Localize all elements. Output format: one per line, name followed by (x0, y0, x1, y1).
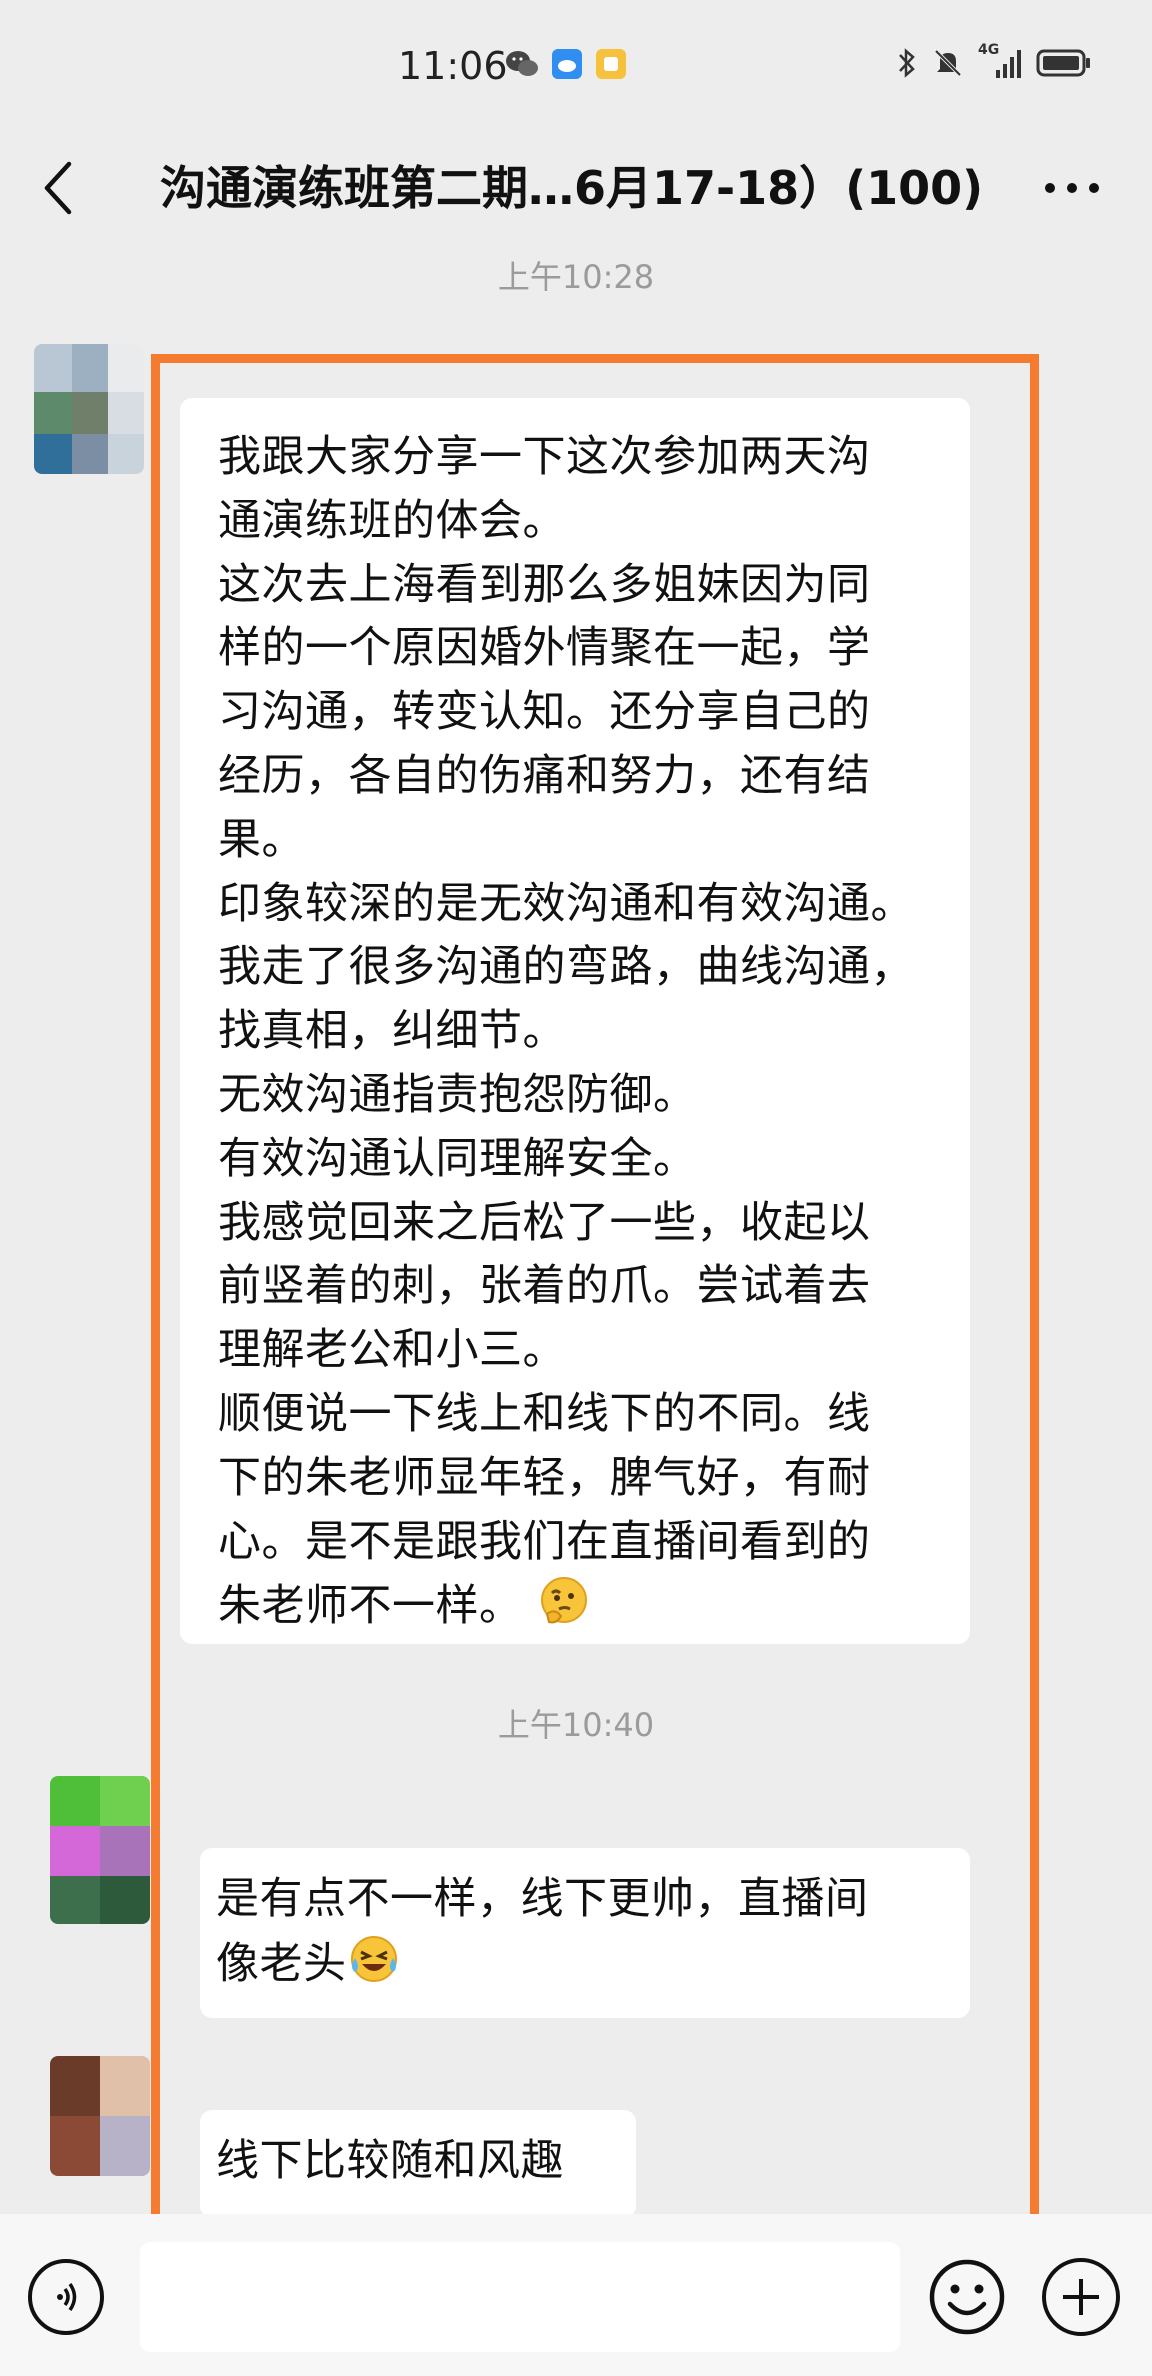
message-line: 样的一个原因婚外情聚在一起，学 (218, 623, 871, 674)
chat-title: 沟通演练班第二期…6月17-18）(100) (160, 161, 984, 215)
chevron-left-icon (44, 161, 72, 215)
message-line: 像老头 (216, 1938, 347, 1989)
message-line: 有效沟通认同理解安全。 (218, 1133, 697, 1184)
thinking-face-emoji (537, 1574, 591, 1647)
back-button[interactable] (28, 148, 88, 228)
more-dots-icon (1045, 183, 1099, 193)
message-line: 线下比较随和风趣 (216, 2136, 564, 2186)
crying-laughing-emoji (347, 1932, 401, 2005)
message-text: 我跟大家分享一下这次参加两天沟 通演练班的体会。 这次去上海看到那么多姐妹因为同… (218, 426, 970, 1647)
emoji-icon (929, 2259, 1005, 2335)
message-bubble[interactable]: 是有点不一样，线下更帅，直播间 像老头 (200, 1848, 970, 2018)
message-line: 朱老师不一样。 (218, 1581, 523, 1632)
avatar[interactable] (50, 1776, 150, 1924)
message-line: 果。 (218, 814, 305, 865)
message-line: 无效沟通指责抱怨防御。 (218, 1069, 697, 1120)
message-line: 我走了很多沟通的弯路，曲线沟通， (218, 942, 914, 993)
message-timestamp: 上午10:40 (497, 1706, 655, 1744)
message-bubble[interactable]: 我跟大家分享一下这次参加两天沟 通演练班的体会。 这次去上海看到那么多姐妹因为同… (180, 398, 970, 1644)
more-button[interactable] (1032, 148, 1112, 228)
message-line: 这次去上海看到那么多姐妹因为同 (218, 559, 871, 610)
message-line: 前竖着的刺，张着的爪。尝试着去 (218, 1261, 871, 1312)
message-line: 印象较深的是无效沟通和有效沟通。 (218, 878, 914, 929)
network-type: 4G (978, 42, 1000, 58)
message-timestamp: 上午10:28 (497, 258, 655, 296)
app-notification-icon (551, 48, 583, 84)
message-line: 我感觉回来之后松了一些，收起以 (218, 1197, 871, 1248)
signal-icon: 4G (978, 42, 1022, 84)
avatar[interactable] (34, 344, 144, 474)
message-line: 经历，各自的伤痛和努力，还有结 (218, 750, 871, 801)
input-bar (0, 2214, 1152, 2376)
mute-icon (932, 47, 964, 83)
message-bubble[interactable]: 线下比较随和风趣 (200, 2110, 636, 2218)
status-time: 11:06 (398, 44, 508, 88)
voice-button[interactable] (28, 2259, 104, 2335)
message-line: 心。是不是跟我们在直播间看到的 (218, 1516, 871, 1567)
message-line: 下的朱老师显年轻，脾气好，有耐 (218, 1452, 871, 1503)
wechat-icon (505, 49, 539, 83)
message-line: 是有点不一样，线下更帅，直播间 (216, 1874, 869, 1924)
message-input[interactable] (140, 2242, 900, 2352)
bluetooth-icon (896, 47, 918, 83)
message-line: 理解老公和小三。 (218, 1325, 566, 1376)
status-right-icons: 4G (896, 42, 1092, 84)
message-line: 顺便说一下线上和线下的不同。线 (218, 1388, 871, 1439)
battery-icon (1036, 48, 1092, 82)
message-line: 我跟大家分享一下这次参加两天沟 (218, 432, 871, 482)
chat-header: 沟通演练班第二期…6月17-18）(100) (0, 130, 1152, 245)
avatar[interactable] (50, 2056, 150, 2176)
status-app-icons (505, 48, 627, 84)
app-notification-icon (595, 48, 627, 84)
emoji-button[interactable] (928, 2258, 1006, 2336)
message-line: 习沟通，转变认知。还分享自己的 (218, 687, 871, 738)
message-line: 找真相，纠细节。 (218, 1006, 566, 1057)
message-text: 线下比较随和风趣 (216, 2130, 636, 2194)
message-text: 是有点不一样，线下更帅，直播间 像老头 (216, 1868, 970, 2005)
plus-button[interactable] (1042, 2258, 1120, 2336)
voice-icon (57, 2283, 77, 2311)
status-bar: 11:06 4G (0, 0, 1152, 130)
message-line: 通演练班的体会。 (218, 495, 566, 546)
